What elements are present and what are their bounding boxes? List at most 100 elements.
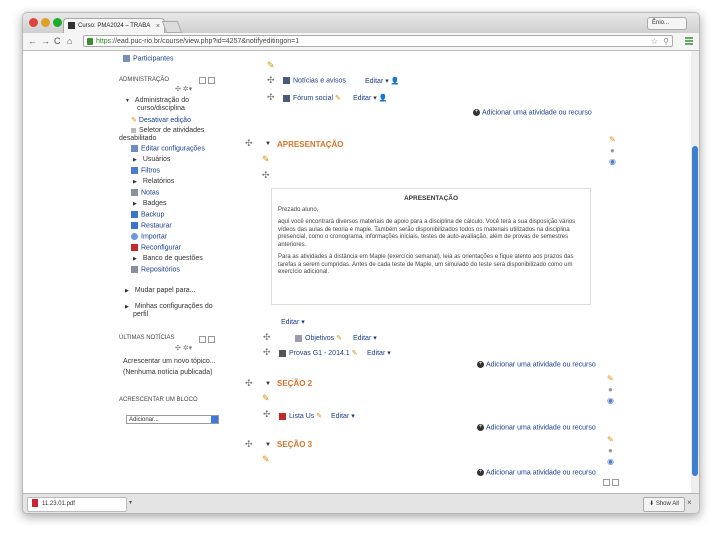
section-controls[interactable] bbox=[601, 479, 619, 486]
section-collapse-icon[interactable]: ▼ bbox=[265, 381, 271, 387]
news-forum-edit-menu[interactable]: Editar ▾ 👤 bbox=[365, 77, 399, 85]
lightbulb-icon[interactable]: ● bbox=[608, 446, 613, 455]
section-collapse-icon[interactable]: ▼ bbox=[265, 442, 271, 448]
minimize-window-button[interactable] bbox=[41, 18, 50, 27]
reload-button[interactable]: C bbox=[54, 36, 61, 46]
move-icon[interactable]: ✣ bbox=[267, 76, 275, 85]
admin-block-controls[interactable] bbox=[197, 77, 215, 84]
home-button[interactable]: ⌂ bbox=[67, 36, 72, 46]
back-button[interactable]: ← bbox=[28, 36, 37, 46]
admin-course-node[interactable]: ▼ Administração do bbox=[125, 97, 189, 104]
add-activity-link-0[interactable]: + Adicionar uma atividade ou recurso bbox=[473, 109, 592, 116]
section-edit-icon[interactable]: ✎ bbox=[607, 374, 614, 383]
address-bar[interactable]: https://ead.puc-rio.br/course/view.php?i… bbox=[83, 35, 673, 47]
reset-link[interactable]: Reconfigurar bbox=[131, 244, 181, 251]
user-icon: 👤 bbox=[390, 78, 400, 85]
social-forum-edit-menu[interactable]: Editar ▾ 👤 bbox=[353, 94, 387, 102]
add-news-topic-link[interactable]: Acrescentar um novo tópico... bbox=[123, 358, 216, 365]
reports-label: Relatórios bbox=[142, 178, 175, 185]
edit-summary-pencil-icon[interactable]: ✎ bbox=[262, 394, 270, 403]
scrollbar-thumb[interactable] bbox=[692, 146, 698, 476]
edit-label: Editar bbox=[353, 335, 372, 342]
objetivos-link[interactable]: Objetivos ✎ bbox=[295, 334, 342, 343]
tab-close-icon[interactable]: × bbox=[156, 19, 160, 34]
badges-node[interactable]: ▶ Badges bbox=[133, 200, 167, 207]
move-icon[interactable]: ✣ bbox=[263, 333, 271, 342]
users-node[interactable]: ▶ Usuários bbox=[133, 156, 170, 163]
turn-editing-off-link[interactable]: ✎ Desativar edição bbox=[131, 116, 191, 125]
reports-node[interactable]: ▶ Relatórios bbox=[133, 178, 174, 185]
backup-icon bbox=[131, 211, 138, 218]
lista-edit-menu[interactable]: Editar ▾ bbox=[331, 412, 355, 420]
pencil-icon: ✎ bbox=[335, 95, 341, 102]
edit-label: Editar bbox=[367, 350, 386, 357]
sidebar: Participantes ADMINISTRAÇÃO ✣ ✲▾ ▼ Admin… bbox=[117, 51, 237, 493]
participants-link[interactable]: Participantes bbox=[123, 55, 173, 62]
add-block-select[interactable]: Adicionar... bbox=[126, 415, 219, 424]
provas-edit-menu[interactable]: Editar ▾ bbox=[367, 349, 391, 357]
move-icon[interactable]: ✣ bbox=[263, 348, 271, 357]
restore-link[interactable]: Restaurar bbox=[131, 222, 172, 229]
edit-summary-pencil-icon[interactable]: ✎ bbox=[262, 155, 270, 164]
objetivos-edit-menu[interactable]: Editar ▾ bbox=[353, 334, 377, 342]
admin-block-move-icon[interactable]: ✣ ✲▾ bbox=[175, 85, 192, 94]
section-edit-icon[interactable]: ✎ bbox=[607, 435, 614, 444]
switch-role-node[interactable]: ▶ Mudar papel para... bbox=[125, 287, 196, 294]
show-all-downloads-button[interactable]: ⬇ Show All bbox=[643, 497, 685, 512]
forward-button[interactable]: → bbox=[41, 36, 50, 46]
lightbulb-icon[interactable]: ● bbox=[610, 146, 615, 155]
browser-tab[interactable]: Curso: PMA2024 – TRABA × bbox=[63, 18, 165, 34]
activity-chooser-link[interactable]: Seletor de atividades bbox=[131, 127, 204, 134]
news-block-move-icon[interactable]: ✣ ✲▾ bbox=[175, 344, 192, 353]
close-downloads-icon[interactable]: × bbox=[687, 498, 692, 507]
lista-assignment-link[interactable]: Lista Us ✎ bbox=[279, 412, 322, 421]
eye-icon[interactable]: ◉ bbox=[609, 157, 616, 166]
add-block-selected: Adicionar... bbox=[129, 417, 159, 423]
news-block-controls[interactable] bbox=[197, 336, 215, 343]
lightbulb-icon[interactable]: ● bbox=[608, 385, 613, 394]
news-forum-link[interactable]: Notícias e avisos bbox=[283, 77, 346, 84]
repositories-link[interactable]: Repositórios bbox=[131, 266, 180, 273]
provas-folder-link[interactable]: Provas G1 - 2014.1 ✎ bbox=[279, 349, 358, 358]
move-icon[interactable]: ✣ bbox=[262, 171, 270, 180]
eye-icon[interactable]: ◉ bbox=[607, 396, 614, 405]
add-activity-link-2[interactable]: + Adicionar uma atividade ou recurso bbox=[477, 424, 596, 431]
import-link[interactable]: Importar bbox=[131, 233, 167, 240]
search-icon[interactable]: ⚲ bbox=[663, 36, 669, 46]
download-item[interactable]: 11.23.01.pdf bbox=[27, 497, 127, 512]
summary-edit-menu[interactable]: Editar ▾ bbox=[281, 318, 305, 326]
add-activity-link-3[interactable]: + Adicionar uma atividade ou recurso bbox=[477, 469, 596, 476]
edit-section-pencil-icon[interactable]: ✎ bbox=[267, 61, 275, 70]
section-move-icon[interactable]: ✣ bbox=[245, 139, 253, 148]
edit-settings-link[interactable]: Editar configurações bbox=[131, 145, 205, 152]
bookmark-star-icon[interactable]: ☆ bbox=[651, 36, 658, 46]
collapsed-arrow-icon: ▶ bbox=[133, 256, 137, 262]
menu-icon[interactable] bbox=[685, 37, 693, 45]
backup-link[interactable]: Backup bbox=[131, 211, 164, 218]
move-icon[interactable]: ✣ bbox=[263, 410, 271, 419]
social-forum-link[interactable]: Fórum social ✎ bbox=[283, 94, 341, 103]
restore-label: Restaurar bbox=[141, 222, 172, 230]
section-collapse-icon[interactable]: ▼ bbox=[265, 141, 271, 147]
download-menu-icon[interactable]: ▾ bbox=[129, 499, 132, 506]
profile-settings-node[interactable]: ▶ Minhas configurações do bbox=[125, 303, 213, 310]
vertical-scrollbar[interactable] bbox=[691, 51, 699, 493]
section-move-icon[interactable]: ✣ bbox=[245, 379, 253, 388]
new-tab-button[interactable] bbox=[161, 21, 183, 33]
grades-link[interactable]: Notas bbox=[131, 189, 159, 196]
profile-button[interactable]: Ênio... bbox=[647, 17, 687, 30]
close-window-button[interactable] bbox=[29, 18, 38, 27]
filters-link[interactable]: Filtros bbox=[131, 167, 160, 174]
section-edit-icon[interactable]: ✎ bbox=[609, 135, 616, 144]
add-activity-link-1[interactable]: + Adicionar uma atividade ou recurso bbox=[477, 361, 596, 368]
question-bank-node[interactable]: ▶ Banco de questões bbox=[133, 255, 203, 262]
collapsed-arrow-icon: ▶ bbox=[133, 201, 137, 207]
backup-label: Backup bbox=[141, 211, 165, 219]
eye-icon[interactable]: ◉ bbox=[607, 457, 614, 466]
section-summary: APRESENTAÇÃO Prezado aluno, aqui você en… bbox=[271, 188, 591, 305]
maximize-window-button[interactable] bbox=[53, 18, 62, 27]
edit-summary-pencil-icon[interactable]: ✎ bbox=[262, 455, 270, 464]
section-move-icon[interactable]: ✣ bbox=[245, 440, 253, 449]
import-label: Importar bbox=[141, 233, 168, 241]
move-icon[interactable]: ✣ bbox=[267, 93, 275, 102]
